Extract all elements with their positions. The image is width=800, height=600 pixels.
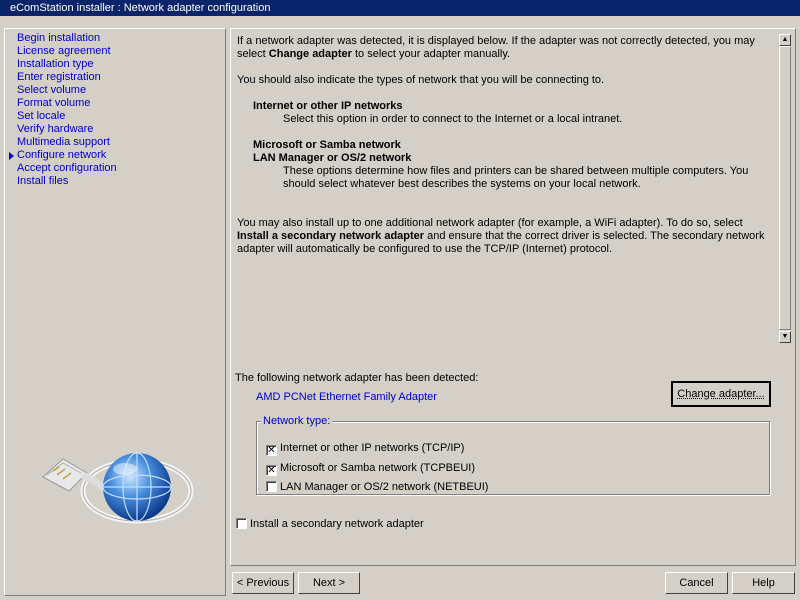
step-item-current[interactable]: Configure network: [9, 149, 117, 162]
next-button[interactable]: Next >: [298, 572, 360, 594]
network-type-legend: Network type:: [261, 415, 333, 427]
step-item[interactable]: Installation type: [17, 58, 117, 71]
info-scrollbar[interactable]: ▲ ▼: [779, 34, 791, 343]
change-adapter-button[interactable]: Change adapter...: [671, 381, 771, 407]
ip-networks-heading: Internet or other IP networks: [253, 100, 403, 112]
step-item[interactable]: Format volume: [17, 97, 117, 110]
checkbox-checked-icon[interactable]: ✕: [266, 445, 277, 456]
checkbox-unchecked-icon[interactable]: [266, 481, 277, 492]
help-button[interactable]: Help: [732, 572, 795, 594]
info-text: If a network adapter was detected, it is…: [233, 31, 777, 345]
intro-paragraph: If a network adapter was detected, it is…: [237, 35, 755, 60]
content-panel: If a network adapter was detected, it is…: [230, 28, 796, 566]
detected-adapter-label: The following network adapter has been d…: [235, 372, 479, 384]
lanman-heading: LAN Manager or OS/2 network: [253, 152, 412, 164]
file-sharing-description: These options determine how files and pr…: [283, 165, 749, 190]
netbeui-checkbox[interactable]: LAN Manager or OS/2 network (NETBEUI): [266, 481, 488, 493]
steps-sidebar: Begin installation License agreement Ins…: [4, 28, 226, 596]
tcpbeui-checkbox[interactable]: ✕ Microsoft or Samba network (TCPBEUI): [266, 462, 475, 476]
network-type-group: Network type: ✕ Internet or other IP netw…: [256, 415, 770, 495]
previous-button[interactable]: < Previous: [232, 572, 294, 594]
checkbox-unchecked-icon[interactable]: [236, 518, 247, 529]
checkbox-checked-icon[interactable]: ✕: [266, 465, 277, 476]
step-item[interactable]: Select volume: [17, 84, 117, 97]
tcpip-checkbox[interactable]: ✕ Internet or other IP networks (TCP/IP): [266, 442, 464, 456]
step-item[interactable]: Begin installation: [17, 32, 117, 45]
network-types-paragraph: You should also indicate the types of ne…: [237, 74, 605, 86]
samba-heading: Microsoft or Samba network: [253, 139, 401, 151]
step-item[interactable]: Set locale: [17, 110, 117, 123]
step-item[interactable]: Enter registration: [17, 71, 117, 84]
window-title: eComStation installer : Network adapter …: [0, 0, 800, 16]
scroll-down-icon[interactable]: ▼: [779, 331, 791, 343]
scroll-up-icon[interactable]: ▲: [779, 34, 791, 46]
step-item[interactable]: Install files: [17, 175, 117, 188]
step-item[interactable]: License agreement: [17, 45, 117, 58]
secondary-adapter-checkbox[interactable]: Install a secondary network adapter: [236, 518, 424, 530]
network-globe-icon: [42, 452, 194, 524]
step-item[interactable]: Multimedia support: [17, 136, 117, 149]
secondary-adapter-paragraph: You may also install up to one additiona…: [237, 217, 765, 255]
scroll-thumb[interactable]: [779, 46, 791, 330]
step-item[interactable]: Accept configuration: [17, 162, 117, 175]
ip-networks-description: Select this option in order to connect t…: [283, 113, 623, 125]
detected-adapter-name: AMD PCNet Ethernet Family Adapter: [256, 391, 437, 403]
cancel-button[interactable]: Cancel: [665, 572, 728, 594]
step-item[interactable]: Verify hardware: [17, 123, 117, 136]
steps-list: Begin installation License agreement Ins…: [9, 32, 117, 188]
